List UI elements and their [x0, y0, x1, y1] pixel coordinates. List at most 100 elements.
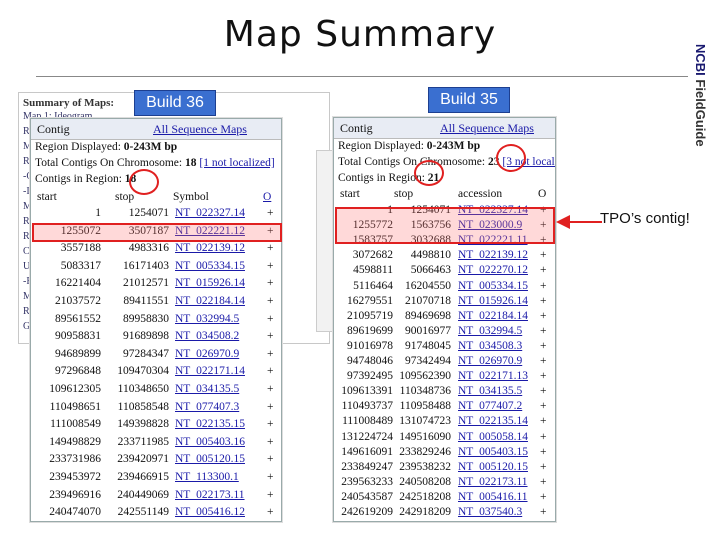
- contig-accession-link[interactable]: NT_077407.2: [458, 400, 522, 412]
- region-value: 0-243M bp: [123, 141, 178, 153]
- contig-start: 240543587: [341, 490, 393, 503]
- tpo-contig-highlight-35: [335, 207, 555, 244]
- contig-accession-link[interactable]: NT_005416.12: [175, 506, 245, 518]
- contig-start: 111008489: [342, 415, 393, 428]
- contig-accession-link[interactable]: NT_032994.5: [458, 325, 522, 337]
- contig-accession-link[interactable]: NT_034135.5: [458, 385, 522, 397]
- contig-accession-link[interactable]: NT_022184.14: [175, 295, 245, 307]
- contig-stop: 239466915: [117, 471, 169, 483]
- contig-accession-link[interactable]: NT_022173.11: [175, 489, 245, 501]
- contig-accession-link[interactable]: NT_077407.3: [175, 401, 239, 413]
- contig-accession-link[interactable]: NT_015926.14: [175, 277, 245, 289]
- contig-row: 239563233 240508208 NT_022173.11 +: [334, 476, 555, 491]
- contig-accession-link[interactable]: NT_032994.5: [175, 313, 239, 325]
- contig-accession-link[interactable]: NT_022139.12: [458, 249, 528, 261]
- contig-accession-link[interactable]: NT_034508.3: [458, 340, 522, 352]
- col-stop: stop: [394, 188, 414, 200]
- contig-row: 233849247 239538232 NT_005120.15 +: [334, 461, 555, 476]
- contig-accession-link[interactable]: NT_005403.16: [175, 436, 245, 448]
- tpo-contig-highlight-36: [32, 223, 282, 242]
- contig-stop: 239538232: [399, 460, 451, 473]
- contig-accession-link[interactable]: NT_034135.5: [175, 383, 239, 395]
- contig-accession-link[interactable]: NT_005403.15: [458, 446, 528, 458]
- contig-start: 109613391: [341, 385, 393, 398]
- total-contigs: Total Contigs On Chromosome: 18 [1 not l…: [35, 157, 275, 169]
- contig-stop: 16171403: [123, 259, 169, 272]
- summary-map-line[interactable]: R: [23, 231, 30, 242]
- build-35-label: Build 35: [428, 87, 510, 113]
- contig-stop: 110348650: [117, 383, 169, 395]
- contig-stop: 21012571: [123, 277, 169, 290]
- contig-orientation: +: [540, 370, 547, 383]
- contig-start: 109612305: [49, 383, 101, 395]
- contig-orientation: +: [540, 249, 547, 262]
- all-sequence-maps-link[interactable]: All Sequence Maps: [440, 121, 534, 136]
- all-sequence-maps-link[interactable]: All Sequence Maps: [153, 122, 247, 137]
- contig-row: 149498829 233711985 NT_005403.16 +: [31, 436, 281, 451]
- in-region-label: Contigs in Region:: [35, 173, 122, 185]
- contig-accession-link[interactable]: NT_022171.13: [458, 370, 528, 382]
- contig-orientation: +: [540, 506, 547, 518]
- col-orientation[interactable]: O: [263, 191, 271, 203]
- contig-accession-link[interactable]: NT_005120.15: [175, 453, 245, 465]
- contig-row: 94748046 97342494 NT_026970.9 +: [334, 355, 555, 370]
- contig-start: 240474070: [49, 506, 101, 519]
- contig-orientation: +: [267, 400, 274, 413]
- region-displayed: Region Displayed: 0-243M bp: [338, 140, 480, 152]
- contig-accession-link[interactable]: NT_022173.11: [458, 476, 528, 488]
- contig-stop: 110348736: [399, 385, 451, 398]
- contig-start: 97392495: [347, 370, 393, 383]
- brand-ncbi: NCBI: [693, 44, 708, 76]
- contig-accession-link[interactable]: NT_022327.14: [175, 207, 245, 219]
- contig-row: 1 1254071 NT_022327.14 +: [31, 207, 281, 222]
- contig-stop: 242551149: [117, 506, 169, 519]
- contig-accession-link[interactable]: NT_022184.14: [458, 310, 528, 322]
- contig-accession-link[interactable]: NT_034508.2: [175, 330, 239, 342]
- contig-accession-link[interactable]: NT_005416.11: [458, 491, 528, 503]
- contig-start: 149616091: [341, 445, 393, 458]
- contig-orientation: +: [540, 400, 547, 413]
- arrow-line: [568, 221, 602, 223]
- not-localized-link[interactable]: [1 not localized]: [199, 157, 274, 169]
- contig-start: 97296848: [55, 365, 101, 378]
- contig-orientation: +: [540, 264, 547, 277]
- summary-map-line[interactable]: R: [23, 156, 30, 167]
- region-label: Region Displayed:: [338, 140, 424, 152]
- contig-start: 21037572: [55, 295, 101, 307]
- contig-row: 240543587 242518208 NT_005416.11 +: [334, 491, 555, 506]
- contig-accession-link[interactable]: NT_005334.15: [458, 280, 528, 292]
- contig-row: 240474070 242551149 NT_005416.12 +: [31, 506, 281, 521]
- contig-header: Contig: [340, 121, 373, 135]
- contig-accession-link[interactable]: NT_022270.12: [458, 264, 528, 276]
- summary-map-line[interactable]: R: [23, 306, 30, 317]
- summary-map-line[interactable]: -I: [23, 186, 30, 197]
- contig-stop: 16204550: [405, 279, 451, 292]
- contig-accession-link[interactable]: NT_005334.15: [175, 260, 245, 272]
- contig-row: 21095719 89469698 NT_022184.14 +: [334, 310, 555, 325]
- contig-start: 239453972: [49, 471, 101, 483]
- contig-start: 16279551: [347, 294, 393, 307]
- contig-row: 3072682 4498810 NT_022139.12 +: [334, 249, 555, 264]
- contig-stop: 97284347: [123, 347, 169, 360]
- contig-accession-link[interactable]: NT_022171.14: [175, 365, 245, 377]
- summary-map-line[interactable]: R: [23, 126, 30, 137]
- contig-accession-link[interactable]: NT_026970.9: [458, 355, 522, 367]
- contig-accession-link[interactable]: NT_022135.14: [458, 415, 528, 427]
- contig-accession-link[interactable]: NT_005058.14: [458, 431, 528, 443]
- summary-map-line[interactable]: C: [23, 246, 30, 257]
- contig-row: 16221404 21012571 NT_015926.14 +: [31, 277, 281, 292]
- contig-accession-link[interactable]: NT_015926.14: [458, 295, 528, 307]
- contig-row: 21037572 89411551 NT_022184.14 +: [31, 295, 281, 310]
- contig-accession-link[interactable]: NT_005120.15: [458, 461, 528, 473]
- summary-of-maps-title: Summary of Maps:: [23, 97, 115, 109]
- contig-accession-link[interactable]: NT_037540.3: [458, 506, 522, 518]
- contig-accession-link[interactable]: NT_113300.1: [175, 471, 239, 483]
- contig-accession-link[interactable]: NT_022135.15: [175, 418, 245, 430]
- summary-map-line[interactable]: R: [23, 216, 30, 227]
- contig-accession-link[interactable]: NT_022139.12: [175, 242, 245, 254]
- contig-stop: 242918209: [399, 506, 451, 518]
- contig-orientation: +: [267, 488, 274, 501]
- contig-start: 233731986: [49, 453, 101, 466]
- contig-accession-link[interactable]: NT_026970.9: [175, 348, 239, 360]
- in-region-label: Contigs in Region:: [338, 172, 425, 184]
